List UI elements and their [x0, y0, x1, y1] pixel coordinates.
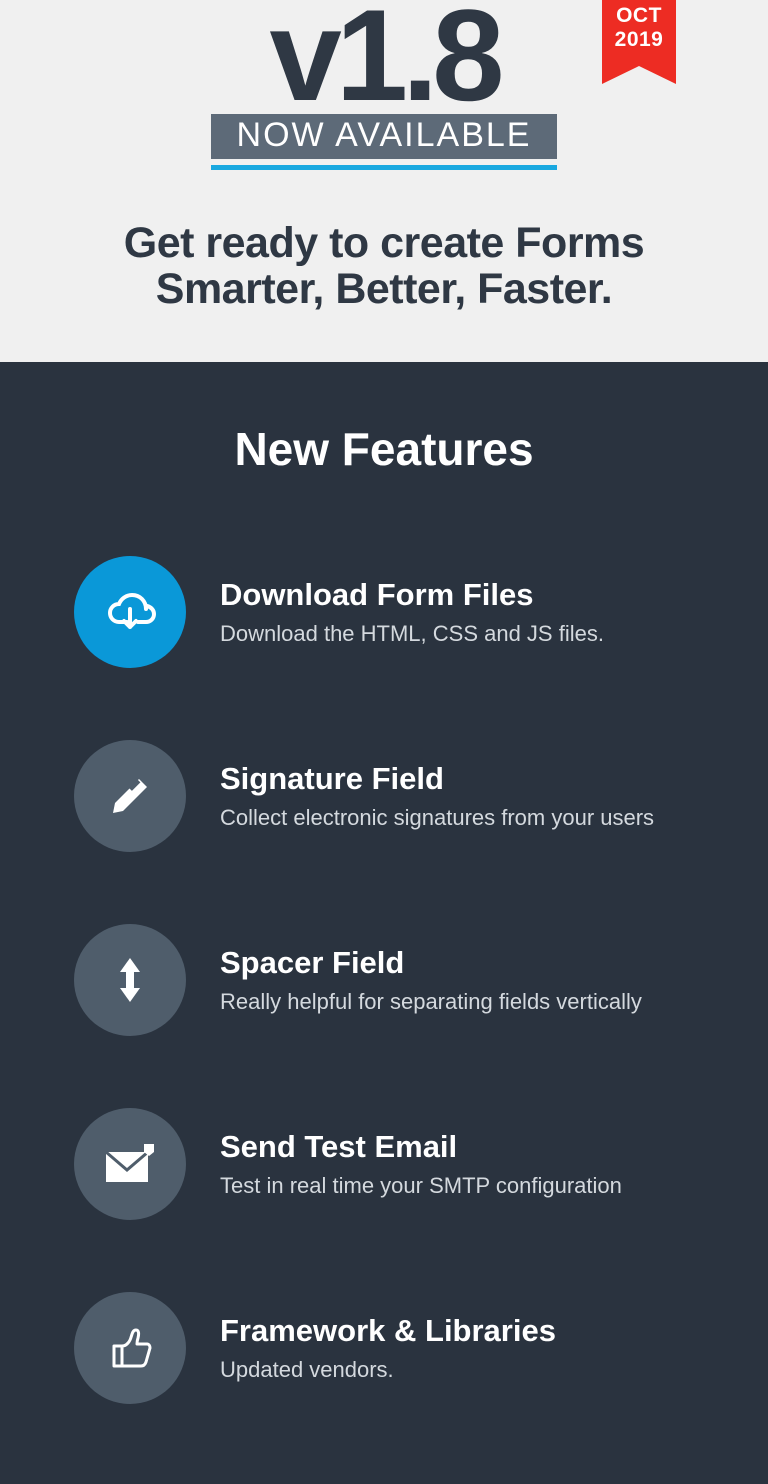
vertical-arrows-icon [74, 924, 186, 1036]
feature-title: Framework & Libraries [220, 1313, 556, 1349]
feature-item: Spacer Field Really helpful for separati… [50, 924, 718, 1036]
date-ribbon: OCT 2019 [602, 0, 676, 66]
thumbs-up-icon [74, 1292, 186, 1404]
envelope-icon [74, 1108, 186, 1220]
features-heading: New Features [50, 422, 718, 476]
ribbon-month: OCT [602, 4, 676, 28]
tagline: Get ready to create Forms Smarter, Bette… [40, 220, 728, 313]
feature-item: Download Form Files Download the HTML, C… [50, 556, 718, 668]
feature-text: Framework & Libraries Updated vendors. [220, 1313, 556, 1383]
feature-desc: Download the HTML, CSS and JS files. [220, 621, 604, 647]
feature-text: Download Form Files Download the HTML, C… [220, 577, 604, 647]
hero-section: OCT 2019 v1.8 NOW AVAILABLE Get ready to… [0, 0, 768, 362]
pencil-icon [74, 740, 186, 852]
ribbon-year: 2019 [602, 28, 676, 52]
tagline-line2: Smarter, Better, Faster. [40, 266, 728, 312]
feature-item: Signature Field Collect electronic signa… [50, 740, 718, 852]
availability-badge: NOW AVAILABLE [211, 114, 558, 159]
feature-desc: Updated vendors. [220, 1357, 556, 1383]
cloud-download-icon [74, 556, 186, 668]
feature-title: Spacer Field [220, 945, 642, 981]
feature-title: Send Test Email [220, 1129, 622, 1165]
feature-title: Download Form Files [220, 577, 604, 613]
features-section: New Features Download Form Files Downloa… [0, 362, 768, 1484]
feature-desc: Collect electronic signatures from your … [220, 805, 654, 831]
feature-text: Signature Field Collect electronic signa… [220, 761, 654, 831]
feature-desc: Test in real time your SMTP configuratio… [220, 1173, 622, 1199]
feature-item: Send Test Email Test in real time your S… [50, 1108, 718, 1220]
feature-text: Spacer Field Really helpful for separati… [220, 945, 642, 1015]
feature-text: Send Test Email Test in real time your S… [220, 1129, 622, 1199]
availability-badge-wrap: NOW AVAILABLE [211, 114, 558, 170]
feature-title: Signature Field [220, 761, 654, 797]
feature-item: Framework & Libraries Updated vendors. [50, 1292, 718, 1404]
feature-desc: Really helpful for separating fields ver… [220, 989, 642, 1015]
tagline-line1: Get ready to create Forms [40, 220, 728, 266]
